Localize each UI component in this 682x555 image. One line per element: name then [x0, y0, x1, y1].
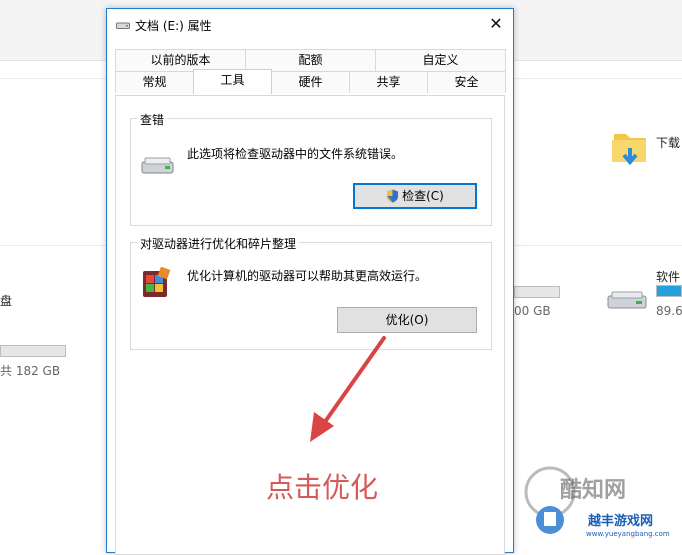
dialog-title: 文档 (E:) 属性	[135, 19, 212, 33]
error-check-title: 查错	[137, 111, 168, 128]
middle-drive-bar	[514, 286, 560, 298]
annotation-arrow	[310, 336, 386, 442]
drive-size-text: 89.6	[656, 304, 682, 318]
tab-sharing[interactable]: 共享	[349, 71, 428, 93]
check-button-label: 检查(C)	[402, 189, 444, 203]
tab-row-top: 以前的版本 配额 自定义	[115, 49, 506, 71]
error-check-group: 查错 此选项将检查驱动器中的文件系统错误。 检查(C)	[130, 111, 492, 226]
tab-hardware[interactable]: 硬件	[271, 71, 350, 93]
tab-customize[interactable]: 自定义	[375, 49, 506, 71]
dialog-titlebar[interactable]: 文档 (E:) 属性 ✕	[107, 9, 513, 39]
tab-row-bottom: 常规 工具 硬件 共享 安全	[115, 69, 506, 94]
check-button[interactable]: 检查(C)	[353, 183, 477, 209]
drive-usage-bar	[656, 285, 682, 297]
left-drive-label[interactable]: 盘	[0, 292, 12, 309]
close-button[interactable]: ✕	[479, 9, 513, 39]
watermark-site: 越丰游戏网	[588, 514, 654, 529]
annotation-text: 点击优化	[266, 471, 379, 504]
drive-icon	[141, 157, 174, 174]
left-drive-bar	[0, 345, 66, 357]
middle-drive-size: 00 GB	[514, 304, 551, 318]
download-folder-label[interactable]: 下载	[656, 134, 680, 151]
error-check-description: 此选项将检查驱动器中的文件系统错误。	[187, 147, 404, 161]
drive-icon[interactable]	[606, 290, 650, 310]
optimize-title: 对驱动器进行优化和碎片整理	[137, 235, 300, 252]
optimize-description: 优化计算机的驱动器可以帮助其更高效运行。	[187, 269, 428, 283]
watermark-brand: 酷知网	[560, 478, 627, 503]
watermark-url: www.yueyangbang.com	[586, 530, 670, 538]
drive-title-icon	[116, 22, 130, 29]
optimize-button-label: 优化(O)	[385, 313, 429, 327]
tab-tools[interactable]: 工具	[193, 69, 272, 94]
drive-label-software[interactable]: 软件	[656, 268, 680, 285]
left-drive-size: 共 182 GB	[0, 364, 61, 378]
tab-previous-versions[interactable]: 以前的版本	[115, 49, 246, 71]
download-folder-icon[interactable]	[610, 128, 650, 170]
tab-general[interactable]: 常规	[115, 71, 194, 93]
tab-security[interactable]: 安全	[427, 71, 506, 93]
uac-shield-icon	[387, 189, 399, 203]
defrag-icon	[143, 267, 171, 297]
tab-quota[interactable]: 配额	[245, 49, 376, 71]
